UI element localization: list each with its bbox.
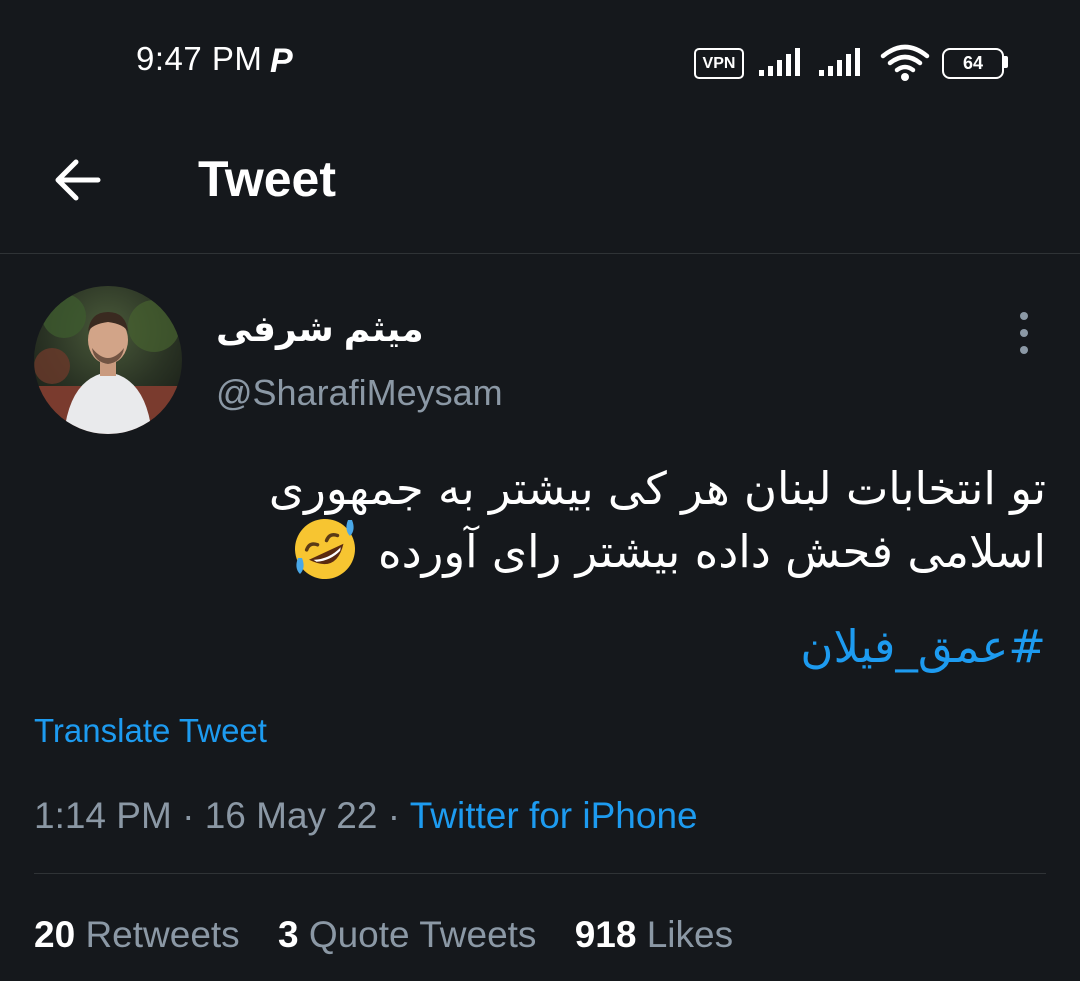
retweets-stat[interactable]: 20 Retweets bbox=[34, 914, 240, 956]
battery-icon: 64 bbox=[942, 48, 1004, 79]
top-app-bar: Tweet bbox=[0, 130, 1080, 254]
likes-count: 918 bbox=[574, 914, 637, 955]
back-button[interactable] bbox=[48, 154, 108, 206]
meta-separator: · bbox=[182, 795, 195, 836]
tweet-text-line-2: اسلامی فحش داده بیشتر رای آورده bbox=[120, 519, 1046, 590]
status-time: 9:47 PM bbox=[136, 40, 263, 77]
rolling-on-floor-laughing-emoji-icon bbox=[290, 514, 360, 584]
hashtag-link[interactable]: #عمق_فیلان bbox=[640, 620, 1046, 673]
page-title: Tweet bbox=[198, 151, 336, 207]
signal-icon bbox=[819, 48, 860, 76]
likes-stat[interactable]: 918 Likes bbox=[575, 914, 733, 956]
wifi-icon bbox=[880, 44, 930, 81]
tweet-text: تو انتخابات لبنان هر کی بیشتر به جمهوری … bbox=[120, 458, 1046, 590]
retweets-label: Retweets bbox=[85, 914, 240, 955]
battery-cap bbox=[1004, 56, 1008, 68]
tweet-meta: 1:14 PM · 16 May 22 · Twitter for iPhone bbox=[34, 795, 698, 837]
avatar[interactable] bbox=[34, 286, 182, 434]
signal-icon bbox=[759, 48, 800, 76]
more-options-button[interactable] bbox=[1004, 308, 1044, 358]
tweet-source-link[interactable]: Twitter for iPhone bbox=[410, 795, 698, 836]
meta-separator: · bbox=[387, 795, 401, 836]
tweet-time: 1:14 PM bbox=[34, 795, 172, 836]
battery-level: 64 bbox=[962, 53, 984, 73]
tweet-date: 16 May 22 bbox=[204, 795, 378, 836]
status-bar: 9:47 PM P VPN 64 bbox=[0, 0, 1080, 130]
tweet-text-line-1: تو انتخابات لبنان هر کی بیشتر به جمهوری bbox=[268, 462, 1046, 515]
author-display-name[interactable]: میثم شرفی bbox=[216, 308, 424, 350]
divider bbox=[34, 873, 1046, 874]
back-arrow-icon bbox=[55, 159, 101, 201]
author-handle[interactable]: @SharafiMeysam bbox=[216, 372, 503, 414]
tweet-text-line-2-content: اسلامی فحش داده بیشتر رای آورده bbox=[378, 525, 1046, 578]
app-indicator-icon: P bbox=[270, 42, 293, 80]
avatar-photo bbox=[34, 286, 182, 434]
quote-tweets-stat[interactable]: 3 Quote Tweets bbox=[278, 914, 536, 956]
quotes-label: Quote Tweets bbox=[308, 914, 537, 955]
more-vertical-icon bbox=[1020, 312, 1028, 354]
likes-label: Likes bbox=[646, 914, 734, 955]
vpn-icon: VPN bbox=[694, 48, 744, 79]
translate-tweet-link[interactable]: Translate Tweet bbox=[34, 712, 267, 750]
quotes-count: 3 bbox=[277, 914, 299, 955]
retweets-count: 20 bbox=[34, 914, 76, 955]
tweet-stats: 20 Retweets 3 Quote Tweets 918 Likes bbox=[34, 914, 761, 956]
